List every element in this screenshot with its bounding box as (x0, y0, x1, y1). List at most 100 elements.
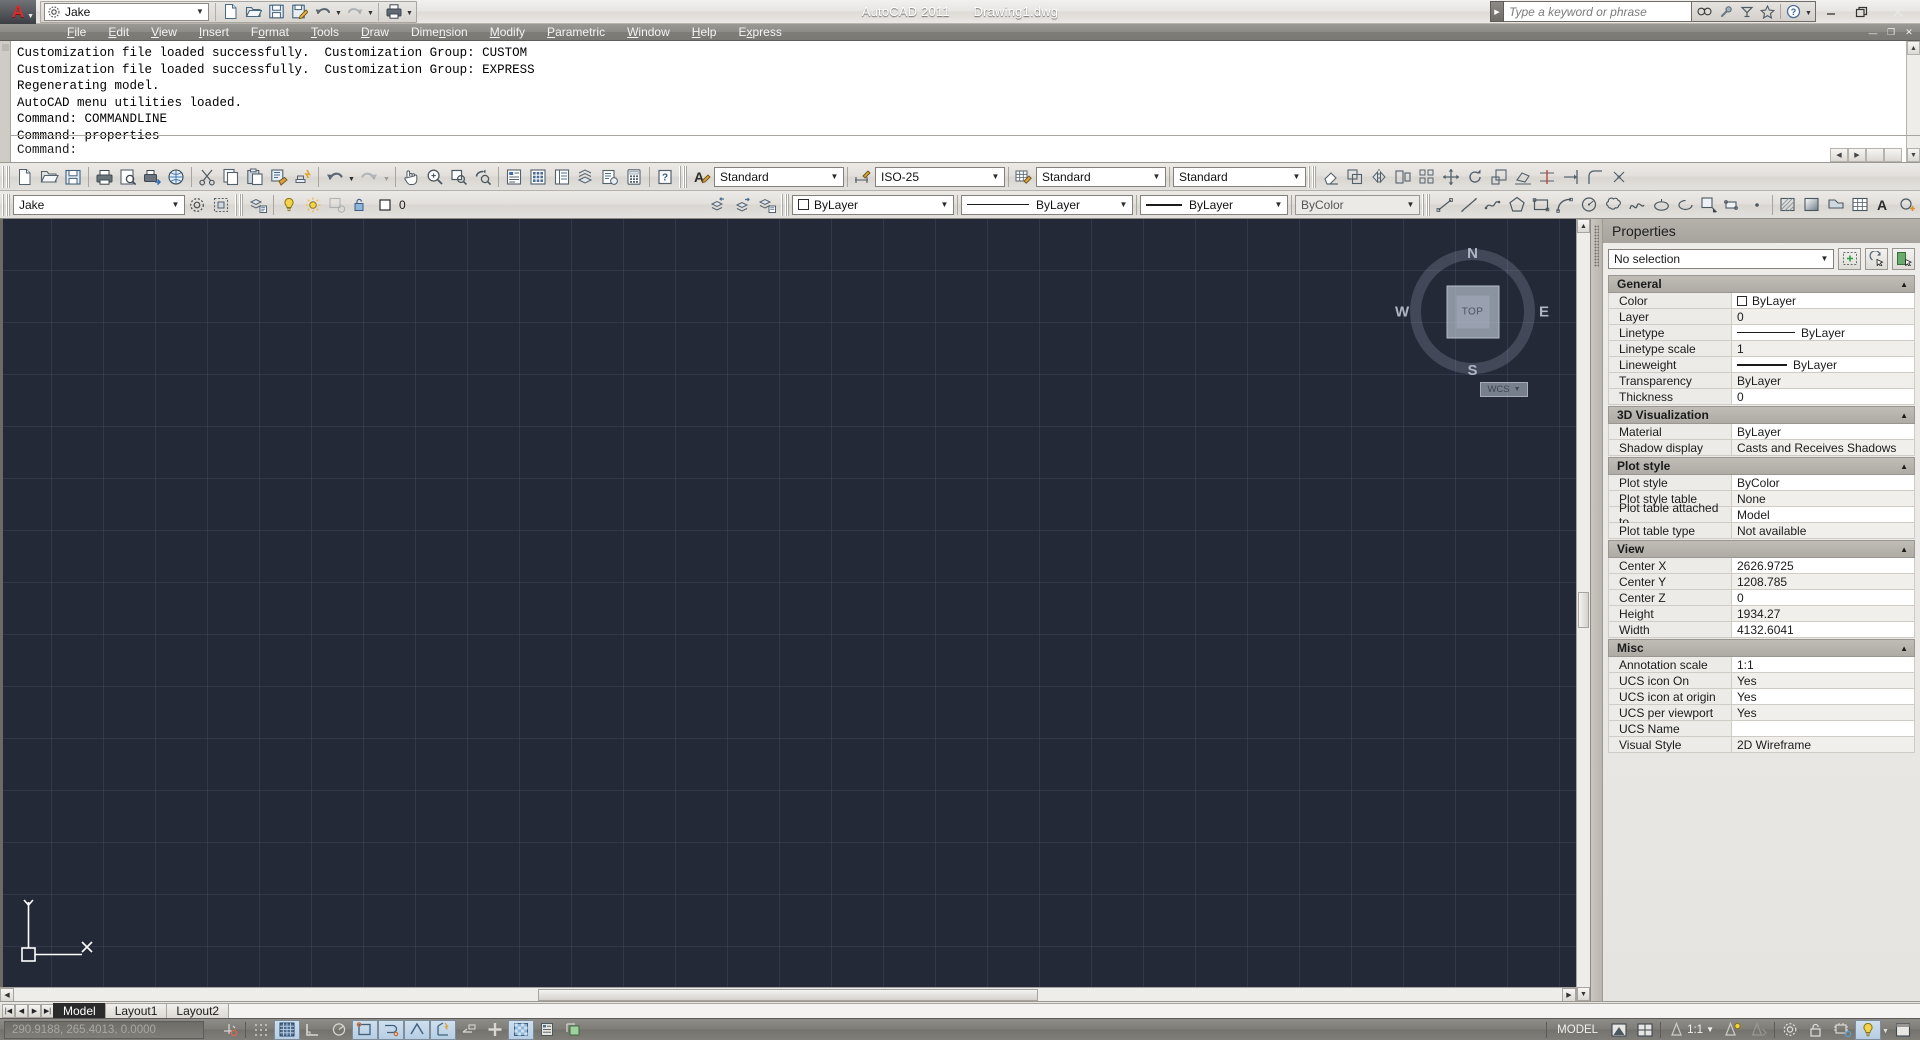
workspace-settings-icon[interactable] (185, 193, 209, 217)
new-button[interactable] (219, 2, 242, 22)
text-style-icon[interactable]: A (690, 165, 714, 189)
command-hscrollbar[interactable]: ◀ ▶ (1830, 148, 1906, 162)
property-value[interactable]: 1208.785 (1732, 574, 1915, 590)
layer-freeze-sun-icon[interactable] (301, 193, 325, 217)
ucs-selector-button[interactable]: WCS ▼ (1480, 382, 1528, 397)
add-selected-icon[interactable] (1896, 193, 1920, 217)
view-cube[interactable]: N S E W TOP (1410, 249, 1535, 374)
property-row[interactable]: TransparencyByLayer (1608, 373, 1915, 389)
help-icon[interactable]: ? (653, 165, 677, 189)
toolpalettes-icon[interactable] (550, 165, 574, 189)
copy-object-icon[interactable] (1343, 165, 1367, 189)
copy-icon[interactable] (219, 165, 243, 189)
help-icon[interactable]: ? (1783, 2, 1804, 21)
doc-restore-button[interactable]: ❐ (1882, 26, 1900, 40)
chevron-down-icon[interactable]: ▼ (989, 170, 1002, 184)
plot-dropdown[interactable]: ▼ (405, 2, 414, 22)
undo-button[interactable] (311, 2, 334, 22)
property-row[interactable]: Linetype scale1 (1608, 341, 1915, 357)
sheetset-icon[interactable] (574, 165, 598, 189)
clean-screen-icon[interactable] (1855, 1020, 1881, 1040)
gradient-icon[interactable] (1800, 193, 1824, 217)
menu-window[interactable]: Window (616, 24, 681, 41)
polygon-icon[interactable] (1505, 193, 1529, 217)
menu-draw[interactable]: Draw (350, 24, 400, 41)
properties-icon[interactable] (502, 165, 526, 189)
infocenter-expand-icon[interactable]: ▶ (1490, 1, 1504, 22)
chevron-down-icon[interactable]: ▼ (169, 198, 182, 212)
property-value[interactable]: Yes (1732, 705, 1915, 721)
region-icon[interactable] (1824, 193, 1848, 217)
property-value[interactable]: ByLayer (1732, 424, 1915, 440)
trim-icon[interactable] (1535, 165, 1559, 189)
table-style-combo[interactable]: Standard ▼ (1036, 167, 1166, 187)
rectangle-icon[interactable] (1529, 193, 1553, 217)
close-button[interactable] (1876, 0, 1920, 24)
redo-dropdown-icon[interactable]: ▼ (381, 165, 392, 189)
array-icon[interactable] (1415, 165, 1439, 189)
tab-layout1[interactable]: Layout1 (105, 1003, 168, 1018)
save-icon[interactable] (61, 165, 85, 189)
text-style-combo[interactable]: Standard ▼ (714, 167, 844, 187)
menu-file[interactable]: File (56, 24, 97, 41)
zoom-realtime-icon[interactable] (423, 165, 447, 189)
toolbar-grip-modify[interactable] (1308, 166, 1317, 188)
viewcube-face-label[interactable]: TOP (1456, 295, 1489, 328)
toolbar-grip-styles[interactable] (679, 166, 688, 188)
property-value[interactable]: ByLayer (1732, 357, 1915, 373)
property-value[interactable]: 1934.27 (1732, 606, 1915, 622)
chevron-down-icon[interactable]: ▼ (1150, 170, 1163, 184)
ortho-icon[interactable] (300, 1020, 326, 1040)
workspace-lock-icon[interactable] (209, 193, 233, 217)
zoom-window-icon[interactable] (447, 165, 471, 189)
vscroll-thumb[interactable] (1578, 592, 1589, 628)
property-value[interactable]: 0 (1732, 309, 1915, 325)
property-row[interactable]: Height1934.27 (1608, 606, 1915, 622)
viewcube-face[interactable]: TOP (1446, 285, 1499, 338)
property-row[interactable]: Center Y1208.785 (1608, 574, 1915, 590)
menu-parametric[interactable]: Parametric (536, 24, 616, 41)
save-button[interactable] (265, 2, 288, 22)
toolbar-menu-icon[interactable] (1890, 1020, 1916, 1040)
property-value[interactable]: Casts and Receives Shadows (1732, 440, 1915, 456)
plotstyle-combo[interactable]: ByColor ▼ (1295, 195, 1420, 215)
offset-icon[interactable] (1391, 165, 1415, 189)
property-row[interactable]: UCS Name (1608, 721, 1915, 737)
plot-icon[interactable] (92, 165, 116, 189)
menu-edit[interactable]: Edit (97, 24, 140, 41)
chevron-up-icon[interactable]: ▲ (1900, 462, 1908, 471)
property-row[interactable]: UCS icon at originYes (1608, 689, 1915, 705)
chevron-down-icon[interactable]: ▼ (193, 5, 207, 19)
property-value[interactable]: 1 (1732, 341, 1915, 357)
property-value[interactable]: Model (1732, 507, 1915, 523)
viewport-icon[interactable] (1632, 1020, 1658, 1040)
redo-icon[interactable] (357, 165, 381, 189)
toolbar-grip-draw[interactable] (1422, 194, 1431, 216)
favorites-icon[interactable] (1757, 2, 1778, 21)
quickcalc-icon[interactable] (622, 165, 646, 189)
property-row[interactable]: LineweightByLayer (1608, 357, 1915, 373)
property-value[interactable]: Yes (1732, 689, 1915, 705)
move-icon[interactable] (1439, 165, 1463, 189)
redo-dropdown[interactable]: ▼ (366, 2, 375, 22)
property-row[interactable]: Plot table attached toModel (1608, 507, 1915, 523)
annotation-scale-control[interactable]: 1:1 ▼ (1663, 1022, 1720, 1037)
undo-dropdown-icon[interactable]: ▼ (346, 165, 357, 189)
menu-help[interactable]: Help (681, 24, 728, 41)
scroll-down-icon[interactable]: ▼ (1577, 987, 1590, 1001)
plot-button[interactable] (382, 2, 405, 22)
snap-icon[interactable] (248, 1020, 274, 1040)
lock-icon[interactable] (1803, 1020, 1829, 1040)
model-space-canvas[interactable] (0, 219, 1590, 1001)
command-window-grip[interactable] (0, 41, 11, 162)
coordinates-display[interactable]: 290.9188, 265.4013, 0.0000 (4, 1021, 204, 1039)
property-value[interactable]: ByLayer (1732, 325, 1915, 341)
space-label[interactable]: MODEL (1549, 1024, 1606, 1036)
layer-properties-icon[interactable] (246, 193, 270, 217)
new-icon[interactable] (13, 165, 37, 189)
undo-dropdown[interactable]: ▼ (334, 2, 343, 22)
property-value[interactable]: ByLayer (1732, 293, 1915, 309)
workspace-gear-icon[interactable] (1777, 1020, 1803, 1040)
make-block-icon[interactable] (1721, 193, 1745, 217)
scroll-left-icon[interactable]: ◀ (0, 988, 14, 1002)
